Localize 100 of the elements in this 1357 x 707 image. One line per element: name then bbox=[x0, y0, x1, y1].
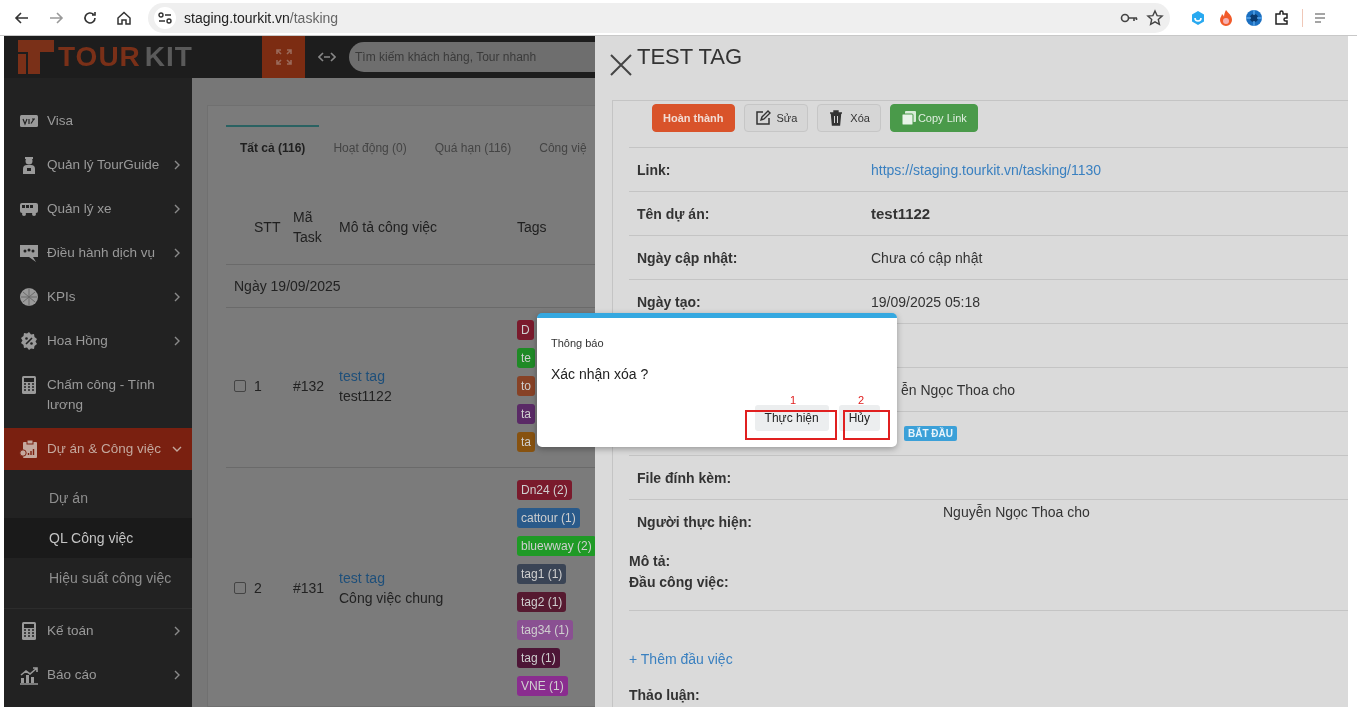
chevron-down-icon bbox=[172, 444, 182, 454]
field-label: Người thực hiện: bbox=[637, 514, 753, 530]
trash-icon bbox=[828, 110, 845, 126]
cancel-button[interactable]: Hủy bbox=[838, 405, 880, 431]
sidebar-item[interactable]: Quản lý TourGuide bbox=[4, 143, 192, 187]
table-cell-text: #132 bbox=[293, 378, 326, 394]
checkbox[interactable] bbox=[234, 582, 246, 594]
close-icon bbox=[610, 54, 632, 76]
tag: ta bbox=[517, 432, 535, 452]
table-cell-text: #131 bbox=[293, 580, 326, 596]
submenu-item[interactable]: Hiệu suất công việc bbox=[4, 558, 192, 598]
dialog-title: Thông báo bbox=[551, 337, 605, 349]
calculator-icon bbox=[19, 621, 39, 641]
table-cell-text: 1 bbox=[254, 378, 263, 394]
link[interactable]: https://staging.tourkit.vn/tasking/1130 bbox=[871, 161, 1348, 178]
star-icon[interactable] bbox=[1146, 8, 1164, 27]
sidebar-item[interactable]: Visa bbox=[4, 99, 192, 143]
flame-icon[interactable] bbox=[1218, 8, 1234, 27]
field-label: Ngày tạo: bbox=[637, 293, 702, 310]
field-label: File đính kèm: bbox=[637, 469, 733, 486]
address-bar[interactable]: staging.tourkit.vn/tasking bbox=[148, 2, 1170, 33]
sidebar-item[interactable]: Dự án & Công việc bbox=[4, 428, 192, 470]
column-header: STT bbox=[254, 217, 282, 237]
sidebar-item[interactable]: Quản lý xe bbox=[4, 187, 192, 231]
sidebar-item[interactable]: Báo cáo bbox=[4, 653, 192, 697]
tag: tag (1) bbox=[517, 648, 560, 668]
field-label: Đầu công việc: bbox=[629, 573, 730, 592]
section-heading: Thảo luận: bbox=[629, 687, 701, 703]
dialog-message: Xác nhận xóa ? bbox=[551, 366, 650, 382]
tab[interactable]: Tất cả (116) bbox=[226, 125, 320, 165]
reload-icon[interactable] bbox=[82, 9, 98, 26]
swap-arrows-icon[interactable] bbox=[318, 52, 336, 62]
chevron-right-icon bbox=[172, 204, 182, 214]
field-label: Tên dự án: bbox=[637, 205, 711, 222]
submenu-item[interactable]: Dự án bbox=[4, 478, 192, 518]
close-button[interactable] bbox=[609, 54, 633, 78]
edit-button[interactable]: Sửa bbox=[743, 104, 809, 132]
calculator-icon bbox=[19, 375, 39, 395]
aperture-icon[interactable] bbox=[1246, 9, 1262, 26]
table-cell-text: 2 bbox=[254, 580, 263, 596]
percent-badge-icon bbox=[19, 331, 39, 351]
tag: tag34 (1) bbox=[517, 620, 574, 640]
delete-button[interactable]: Xóa bbox=[817, 104, 881, 132]
field-value: test1122 bbox=[871, 205, 932, 222]
tag: tag2 (1) bbox=[517, 592, 567, 612]
clipboard-icon bbox=[19, 439, 39, 459]
column-header: Mô tả công việc bbox=[339, 217, 439, 237]
chevron-right-icon bbox=[172, 248, 182, 258]
logo-text: KIT bbox=[144, 41, 193, 73]
sidebar-item[interactable]: KPIs bbox=[4, 275, 192, 319]
field-label: Mô tả: bbox=[629, 552, 672, 571]
submenu-item[interactable]: QL Công việc bbox=[4, 518, 192, 558]
edit-icon bbox=[754, 110, 771, 126]
field-label: Ngày cập nhật: bbox=[637, 249, 739, 266]
confirm-button[interactable]: Thực hiện bbox=[754, 405, 829, 431]
key-icon[interactable] bbox=[1120, 11, 1138, 24]
home-icon[interactable] bbox=[116, 9, 132, 26]
puzzle-icon[interactable] bbox=[1274, 9, 1290, 26]
expand-icon bbox=[275, 49, 292, 65]
logo-text: TOUR bbox=[58, 41, 141, 73]
panel-title: TEST TAG bbox=[637, 44, 743, 70]
tag: VNE (1) bbox=[517, 676, 568, 696]
copy-link-button[interactable]: Copy Link bbox=[889, 104, 978, 132]
back-icon[interactable] bbox=[14, 9, 30, 26]
complete-button[interactable]: Hoàn thành bbox=[652, 104, 735, 132]
chart-icon bbox=[19, 665, 39, 685]
annotation-number: 2 bbox=[858, 394, 865, 406]
sidebar-item[interactable]: Chấm công - Tính lương bbox=[4, 363, 192, 426]
sidebar-item[interactable]: Hoa Hồng bbox=[4, 319, 192, 363]
chevron-right-icon bbox=[172, 626, 182, 636]
field-value: ễn Ngọc Thoa cho bbox=[900, 381, 1017, 398]
tag: cattour (1) bbox=[517, 508, 580, 528]
tag: te bbox=[517, 348, 535, 368]
project-name: test1122 bbox=[339, 387, 393, 406]
copy-icon bbox=[900, 110, 917, 126]
add-item-link[interactable]: + Thêm đầu việc bbox=[629, 651, 733, 667]
checkbox[interactable] bbox=[234, 380, 246, 392]
field-value: Chưa có cập nhật bbox=[871, 249, 984, 266]
logo-icon bbox=[18, 40, 54, 74]
sidebar-item[interactable]: Điều hành dịch vụ bbox=[4, 231, 192, 275]
tag: bluewway (2) bbox=[517, 536, 595, 556]
forward-icon[interactable] bbox=[48, 9, 64, 26]
chevron-right-icon bbox=[172, 336, 182, 346]
people-chat-icon bbox=[19, 243, 39, 263]
field-label: Link: bbox=[637, 161, 672, 178]
tag: tag1 (1) bbox=[517, 564, 567, 584]
chevron-right-icon bbox=[172, 670, 182, 680]
column-header: Tags bbox=[517, 217, 548, 237]
hexagon-icon[interactable] bbox=[1190, 9, 1206, 26]
tag: Dn24 (2) bbox=[517, 480, 572, 500]
annotation-number: 1 bbox=[790, 394, 797, 406]
tag: to bbox=[517, 376, 535, 396]
globe-icon bbox=[19, 287, 39, 307]
chevron-right-icon bbox=[172, 160, 182, 170]
field-value: Nguyễn Ngọc Thoa cho bbox=[942, 504, 1091, 520]
project-name: Công việc chung bbox=[339, 589, 445, 608]
column-header: Mã Task bbox=[293, 207, 323, 247]
highlight-box bbox=[843, 410, 890, 440]
tune-icon[interactable] bbox=[158, 11, 172, 24]
sidebar-item[interactable]: Kế toán bbox=[4, 609, 192, 653]
